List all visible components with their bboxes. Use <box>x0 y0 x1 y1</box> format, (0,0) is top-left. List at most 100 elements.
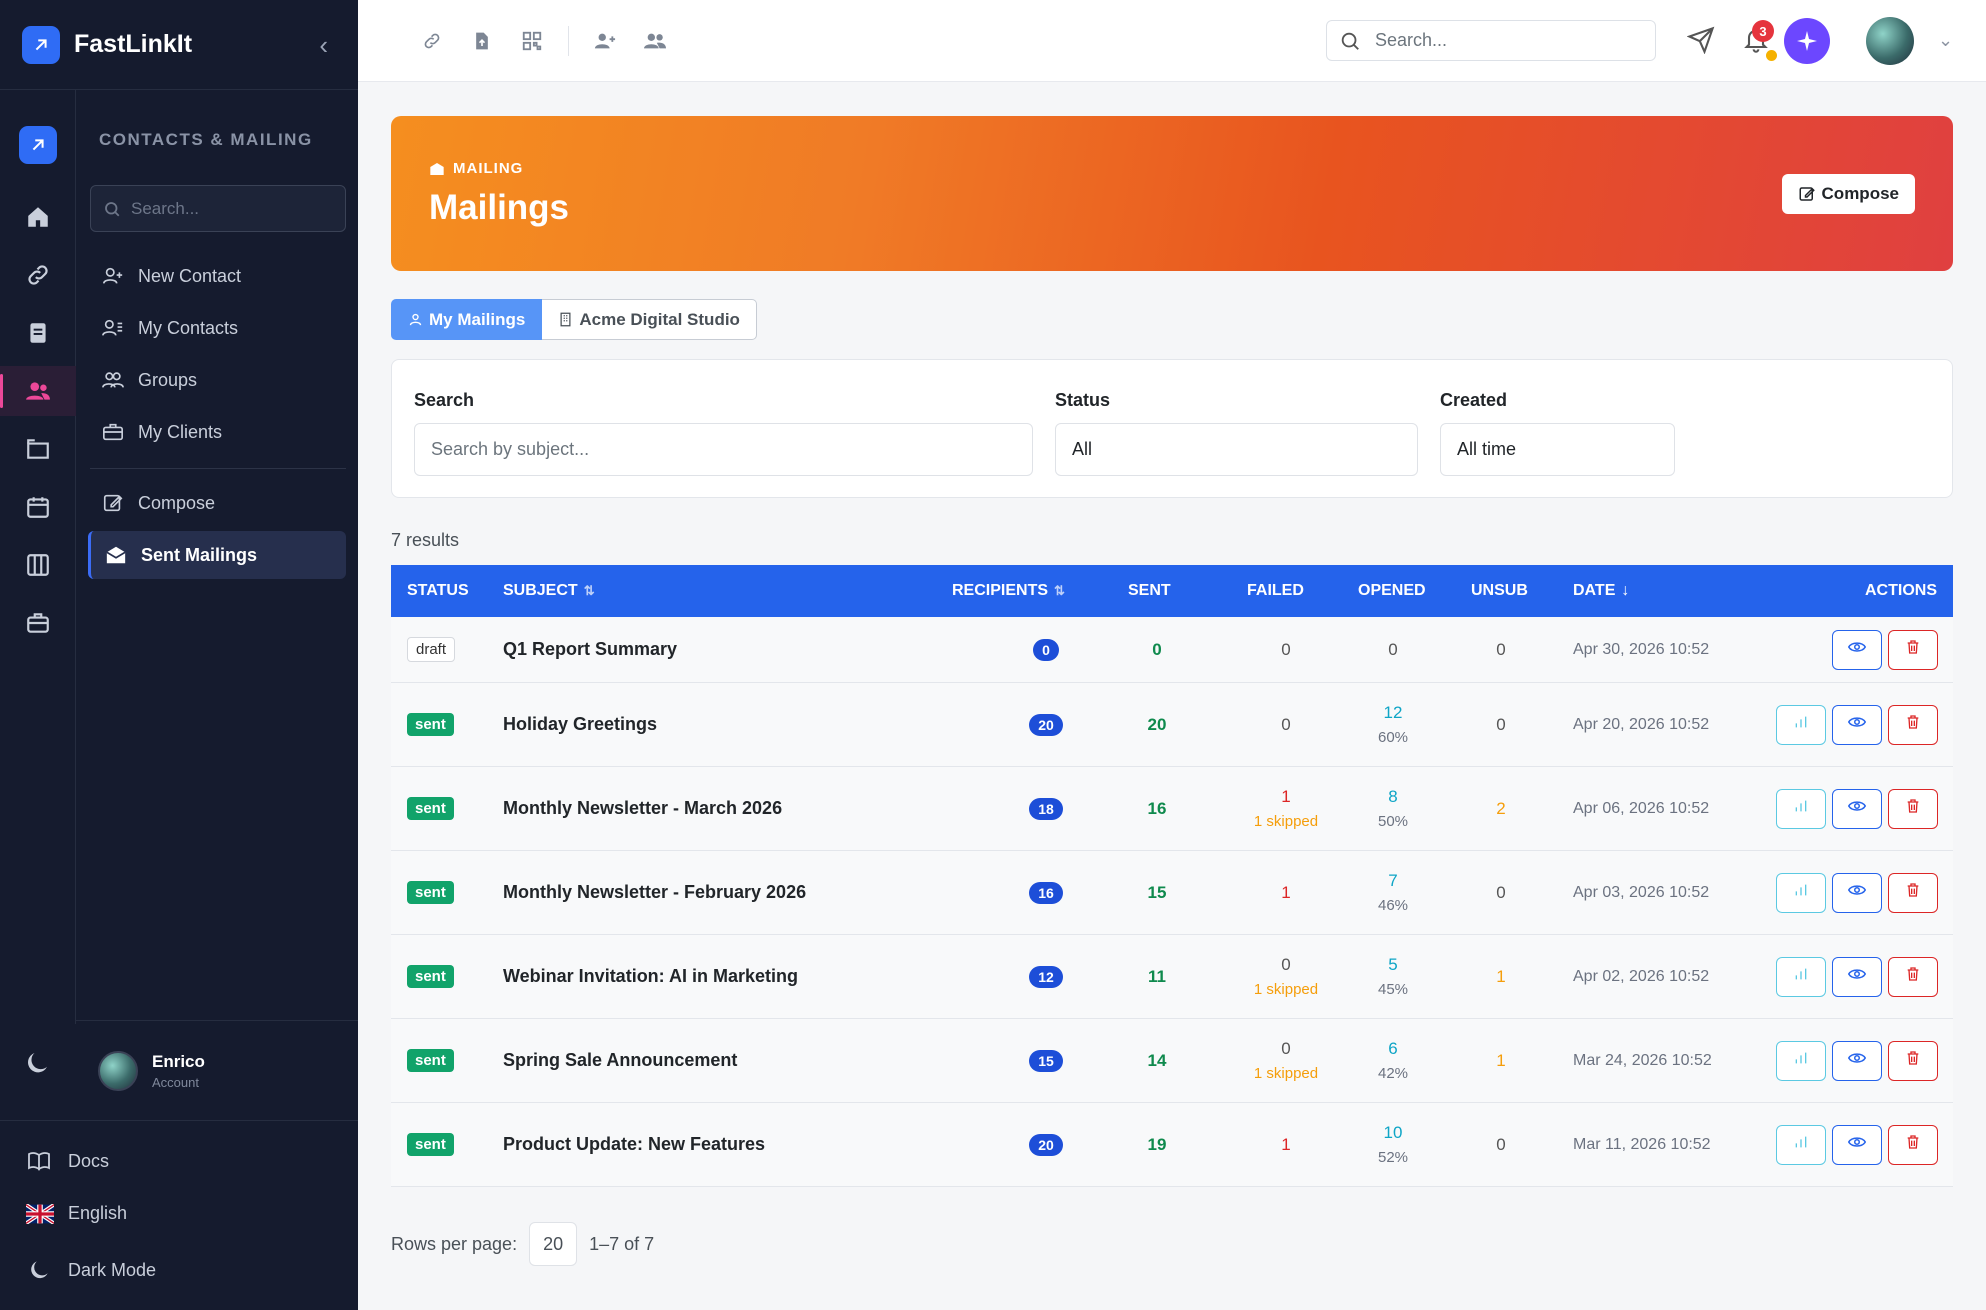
table-row[interactable]: sent Monthly Newsletter - February 2026 16… <box>391 851 1953 935</box>
delete-button[interactable] <box>1888 629 1938 670</box>
subject-search-input[interactable]: Search by subject... <box>414 423 1033 476</box>
delete-button[interactable] <box>1888 872 1938 913</box>
sidebar-item-my-clients[interactable]: My Clients <box>88 408 346 456</box>
edit-icon <box>103 494 123 512</box>
created-select[interactable]: All time <box>1440 423 1675 476</box>
dark-mode-toggle[interactable]: Dark Mode <box>26 1257 156 1283</box>
status-badge: sent <box>407 797 454 820</box>
unsub-count: 0 <box>1496 714 1506 734</box>
table-row[interactable]: sent Webinar Invitation: AI in Marketing 1… <box>391 935 1953 1019</box>
delete-button[interactable] <box>1888 788 1938 829</box>
table-row[interactable]: draft Q1 Report Summary 0 0 0 0 0 Apr 30, 2026 … <box>391 617 1953 683</box>
created-select-value: All time <box>1457 439 1517 459</box>
avatar[interactable] <box>1866 17 1914 65</box>
add-contact-icon[interactable] <box>593 29 617 53</box>
view-button[interactable] <box>1832 1124 1882 1165</box>
ai-assistant-button[interactable] <box>1784 18 1830 64</box>
mailing-subject[interactable]: Q1 Report Summary <box>503 639 677 660</box>
mailing-subject[interactable]: Monthly Newsletter - February 2026 <box>503 882 806 903</box>
delete-button[interactable] <box>1888 956 1938 997</box>
sidebar-item-compose[interactable]: Compose <box>88 479 346 527</box>
mailing-subject[interactable]: Monthly Newsletter - March 2026 <box>503 798 782 819</box>
failed-cell: 0 1 skipped <box>1226 1019 1346 1102</box>
delete-button[interactable] <box>1888 1040 1938 1081</box>
stats-button[interactable] <box>1776 788 1826 829</box>
opened-percent: 46% <box>1377 897 1409 914</box>
table-row[interactable]: sent Spring Sale Announcement 15 14 0 1 skipp… <box>391 1019 1953 1103</box>
stats-button[interactable] <box>1776 1124 1826 1165</box>
contacts-icon[interactable] <box>643 29 667 53</box>
col-subject[interactable]: SUBJECT ⇅ <box>503 565 595 617</box>
stats-button[interactable] <box>1776 1040 1826 1081</box>
chevron-down-icon[interactable]: ⌄ <box>1938 30 1953 51</box>
view-button[interactable] <box>1832 1040 1882 1081</box>
send-icon[interactable] <box>1686 26 1715 59</box>
sidebar-item-groups[interactable]: Groups <box>88 356 346 404</box>
view-button[interactable] <box>1832 872 1882 913</box>
link-icon[interactable] <box>0 250 76 300</box>
view-button[interactable] <box>1832 788 1882 829</box>
mailing-subject[interactable]: Webinar Invitation: AI in Marketing <box>503 966 798 987</box>
folder-icon[interactable] <box>0 424 76 474</box>
link-icon[interactable] <box>420 29 444 53</box>
page-range: 1–7 of 7 <box>589 1233 655 1254</box>
eye-icon <box>1847 638 1867 661</box>
user-profile[interactable]: Enrico Account <box>76 1020 358 1120</box>
status-badge: sent <box>407 1049 454 1072</box>
kanban-icon[interactable] <box>0 540 76 590</box>
stats-button[interactable] <box>1776 872 1826 913</box>
sidebar-search-input[interactable]: Search... <box>90 185 346 232</box>
sent-count: 19 <box>1147 1134 1167 1154</box>
theme-toggle-icon[interactable] <box>22 1048 52 1083</box>
view-button[interactable] <box>1832 956 1882 997</box>
mailing-subject[interactable]: Product Update: New Features <box>503 1134 765 1155</box>
table-row[interactable]: sent Holiday Greetings 20 20 0 12 60% 0 Apr 20, … <box>391 683 1953 767</box>
opened-count: 10 <box>1383 1123 1403 1142</box>
stats-button[interactable] <box>1776 704 1826 745</box>
col-recipients[interactable]: RECIPIENTS ⇅ <box>952 565 1065 617</box>
rows-per-page-select[interactable]: 20 <box>529 1222 578 1266</box>
sidebar-footer: Docs English Dark Mode <box>0 1120 358 1310</box>
stats-button[interactable] <box>1776 956 1826 997</box>
home-icon[interactable] <box>0 192 76 242</box>
collapse-sidebar-icon[interactable]: ‹ <box>319 30 328 61</box>
app-logo-icon[interactable] <box>22 25 60 64</box>
calendar-icon[interactable] <box>0 482 76 532</box>
sidebar-item-my-contacts[interactable]: My Contacts <box>88 304 346 352</box>
col-date[interactable]: DATE ↓ <box>1573 565 1629 617</box>
docs-link[interactable]: Docs <box>26 1149 109 1173</box>
table-row[interactable]: sent Monthly Newsletter - March 2026 18 16 1… <box>391 767 1953 851</box>
subject-search-placeholder: Search by subject... <box>431 439 590 459</box>
qr-code-icon[interactable] <box>520 29 544 53</box>
mailing-subject[interactable]: Holiday Greetings <box>503 714 657 735</box>
global-search-input[interactable]: Search... <box>1326 20 1656 61</box>
status-badge: sent <box>407 965 454 988</box>
sidebar-item-sent-mailings[interactable]: Sent Mailings <box>88 531 346 579</box>
book-icon <box>26 1149 54 1173</box>
language-selector[interactable]: English <box>26 1203 127 1224</box>
contacts-icon[interactable] <box>0 366 76 416</box>
view-button[interactable] <box>1832 704 1882 745</box>
unsub-count: 1 <box>1496 966 1506 986</box>
document-icon[interactable] <box>0 308 76 358</box>
tab-acme-digital-studio[interactable]: Acme Digital Studio <box>542 299 757 340</box>
sent-cell: 20 <box>1109 683 1205 766</box>
status-select[interactable]: All <box>1055 423 1418 476</box>
view-button[interactable] <box>1832 629 1882 670</box>
recipients-cell: 18 <box>991 767 1101 850</box>
unsub-count: 0 <box>1496 882 1506 902</box>
col-status[interactable]: STATUS <box>407 565 469 617</box>
delete-button[interactable] <box>1888 704 1938 745</box>
sidebar-item-new-contact[interactable]: New Contact <box>88 252 346 300</box>
briefcase-icon[interactable] <box>0 598 76 648</box>
file-upload-icon[interactable] <box>470 29 494 53</box>
sidebar-item-label: Compose <box>138 492 216 513</box>
table-row[interactable]: sent Product Update: New Features 20 19 1 10 5… <box>391 1103 1953 1187</box>
compose-button[interactable]: Compose <box>1781 174 1915 214</box>
mailing-subject[interactable]: Spring Sale Announcement <box>503 1050 737 1071</box>
delete-button[interactable] <box>1888 1124 1938 1165</box>
recipients-cell: 0 <box>991 617 1101 682</box>
rail-logo-icon[interactable] <box>19 126 57 164</box>
tab-my-mailings[interactable]: My Mailings <box>391 299 543 340</box>
opened-count: 0 <box>1388 639 1398 659</box>
